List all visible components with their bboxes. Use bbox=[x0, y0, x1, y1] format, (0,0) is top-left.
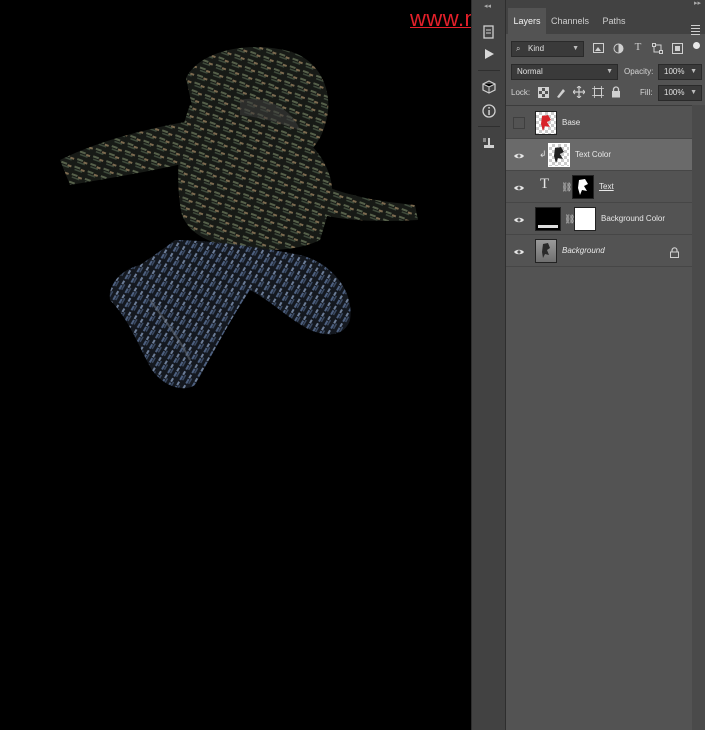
layer-name[interactable]: Base bbox=[562, 107, 580, 139]
history-icon[interactable] bbox=[479, 22, 499, 42]
expand-arrows-icon[interactable]: ▸▸ bbox=[694, 0, 701, 7]
eye-icon[interactable] bbox=[513, 149, 525, 161]
layer-thumbnail bbox=[535, 111, 557, 135]
type-layer-icon: T bbox=[540, 176, 550, 192]
panel-header-strip: ▸▸ bbox=[506, 0, 705, 8]
layer-name[interactable]: Background bbox=[562, 235, 605, 267]
mask-thumbnail bbox=[572, 175, 594, 199]
fill-value: 100% bbox=[664, 88, 685, 97]
eye-icon[interactable] bbox=[513, 213, 525, 225]
eye-icon[interactable] bbox=[513, 245, 525, 257]
lock-row: Lock: Fill: 100% ▼ bbox=[506, 85, 705, 103]
lock-transparent-pixels-icon[interactable] bbox=[537, 87, 549, 101]
collapse-arrows-icon[interactable]: ◂◂ bbox=[484, 2, 491, 10]
opacity-label: Opacity: bbox=[624, 67, 654, 76]
play-icon[interactable] bbox=[479, 44, 499, 64]
visibility-toggle-off[interactable] bbox=[513, 117, 525, 129]
lock-all-icon[interactable] bbox=[610, 86, 622, 101]
layer-name[interactable]: Text bbox=[599, 171, 614, 203]
brush-presets-icon[interactable] bbox=[479, 133, 499, 153]
panel-menu-icon[interactable] bbox=[691, 25, 700, 37]
tab-paths[interactable]: Paths bbox=[596, 8, 632, 34]
type-filter-icon[interactable]: T bbox=[632, 41, 644, 53]
lock-image-pixels-icon[interactable] bbox=[555, 86, 567, 101]
3d-cube-icon[interactable] bbox=[479, 77, 499, 97]
layer-name[interactable]: Background Color bbox=[601, 203, 665, 235]
filter-row: ⌕ Kind ▼ T bbox=[506, 38, 705, 60]
lock-artboard-icon[interactable] bbox=[592, 86, 604, 101]
info-icon[interactable] bbox=[479, 101, 499, 121]
layer-text-color[interactable]: ↲ Text Color bbox=[506, 139, 692, 171]
image-filter-icon[interactable] bbox=[592, 43, 604, 56]
lock-position-icon[interactable] bbox=[572, 85, 586, 101]
tab-channels[interactable]: Channels bbox=[548, 8, 592, 34]
fill-label: Fill: bbox=[640, 88, 653, 97]
layer-background-color[interactable]: ⛓ Background Color bbox=[506, 203, 692, 235]
fill-field[interactable]: 100% ▼ bbox=[658, 85, 702, 101]
adjustment-filter-icon[interactable] bbox=[612, 43, 624, 57]
layer-thumbnail bbox=[548, 143, 570, 167]
search-icon: ⌕ bbox=[516, 44, 521, 53]
opacity-value: 100% bbox=[664, 67, 685, 76]
layers-panel: ▸▸ Layers Channels Paths ⌕ Kind ▼ T Norm… bbox=[506, 0, 705, 730]
layer-background[interactable]: Background bbox=[506, 235, 692, 267]
filter-kind-label: Kind bbox=[528, 44, 545, 53]
layer-list: Base ↲ Text Color T ⛓ Text ⛓ Background … bbox=[506, 106, 705, 730]
lock-label: Lock: bbox=[511, 88, 531, 97]
filter-toggle-icon[interactable] bbox=[693, 42, 700, 49]
fill-layer-thumbnail bbox=[535, 207, 561, 231]
eye-icon[interactable] bbox=[513, 181, 525, 193]
mask-thumbnail bbox=[574, 207, 596, 231]
blend-mode-value: Normal bbox=[517, 67, 543, 76]
smart-object-filter-icon[interactable] bbox=[671, 43, 683, 57]
panel-tab-bar: Layers Channels Paths bbox=[506, 8, 705, 37]
blend-mode-dropdown[interactable]: Normal ▼ bbox=[511, 64, 618, 80]
shape-filter-icon[interactable] bbox=[651, 43, 663, 57]
tab-layers[interactable]: Layers bbox=[508, 8, 546, 34]
document-canvas[interactable] bbox=[0, 0, 471, 730]
layers-scrollbar[interactable] bbox=[692, 105, 705, 730]
layer-base[interactable]: Base bbox=[506, 107, 692, 139]
link-icon[interactable]: ⛓ bbox=[561, 182, 572, 193]
filter-kind-dropdown[interactable]: ⌕ Kind ▼ bbox=[511, 41, 584, 57]
opacity-field[interactable]: 100% ▼ bbox=[658, 64, 702, 80]
typographic-figure-artwork bbox=[60, 47, 418, 389]
layer-name[interactable]: Text Color bbox=[575, 139, 611, 171]
blend-row: Normal ▼ Opacity: 100% ▼ bbox=[506, 62, 705, 82]
layer-text[interactable]: T ⛓ Text bbox=[506, 171, 692, 203]
lock-icon bbox=[670, 245, 679, 263]
panel-icon-dock: ◂◂ bbox=[471, 0, 506, 730]
layer-thumbnail bbox=[535, 239, 557, 263]
clipping-mask-arrow-icon: ↲ bbox=[539, 149, 547, 159]
